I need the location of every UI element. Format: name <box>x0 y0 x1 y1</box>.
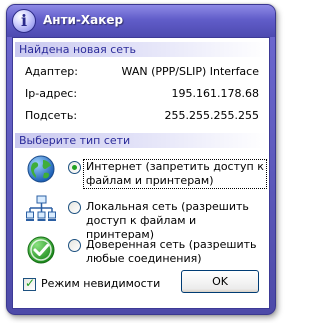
title-bar[interactable]: i Анти-Хакер <box>7 5 275 37</box>
trusted-network-option-label[interactable]: Доверенная сеть (разрешить любые соедине… <box>84 238 258 266</box>
subnet-label: Подсеть: <box>25 109 78 122</box>
trusted-network-option-line2: любые соединения) <box>86 252 202 265</box>
internet-option-line2: файлам и принтерам) <box>86 174 214 187</box>
local-network-icon <box>26 195 56 221</box>
window-title: Анти-Хакер <box>43 13 124 27</box>
network-type-header: Выберите тип сети <box>15 133 267 148</box>
local-network-option-line1: Локальная сеть (разрешить <box>86 200 249 213</box>
trusted-check-icon <box>27 236 55 264</box>
checkmark-icon: ✓ <box>25 276 36 290</box>
anti-hacker-dialog: i Анти-Хакер Найдена новая сеть Адаптер:… <box>6 4 276 315</box>
trusted-network-radio[interactable] <box>68 239 81 252</box>
trusted-network-option-line1: Доверенная сеть (разрешить <box>86 238 257 251</box>
stealth-mode-label[interactable]: Режим невидимости <box>41 277 160 290</box>
adapter-label: Адаптер: <box>25 65 78 78</box>
stealth-mode-checkbox[interactable]: ✓ <box>23 276 36 291</box>
info-icon: i <box>12 9 36 33</box>
ip-address-value: 195.161.178.68 <box>171 87 259 100</box>
found-network-header: Найдена новая сеть <box>15 42 267 57</box>
internet-option-label[interactable]: Интернет (запретить доступ к файлам и пр… <box>83 159 267 189</box>
ip-address-label: Ip-адрес: <box>25 87 78 100</box>
globe-icon <box>27 155 55 183</box>
ok-button[interactable]: OK <box>181 270 259 293</box>
subnet-value: 255.255.255.255 <box>164 109 259 122</box>
local-network-radio[interactable] <box>68 201 81 214</box>
internet-radio[interactable] <box>68 161 81 174</box>
dialog-body: Найдена новая сеть Адаптер: WAN (PPP/SLI… <box>12 37 270 309</box>
internet-option-line1: Интернет (запретить доступ к <box>86 160 264 173</box>
adapter-value: WAN (PPP/SLIP) Interface <box>121 65 259 78</box>
local-network-option-label[interactable]: Локальная сеть (разрешить доступ к файла… <box>84 200 269 242</box>
